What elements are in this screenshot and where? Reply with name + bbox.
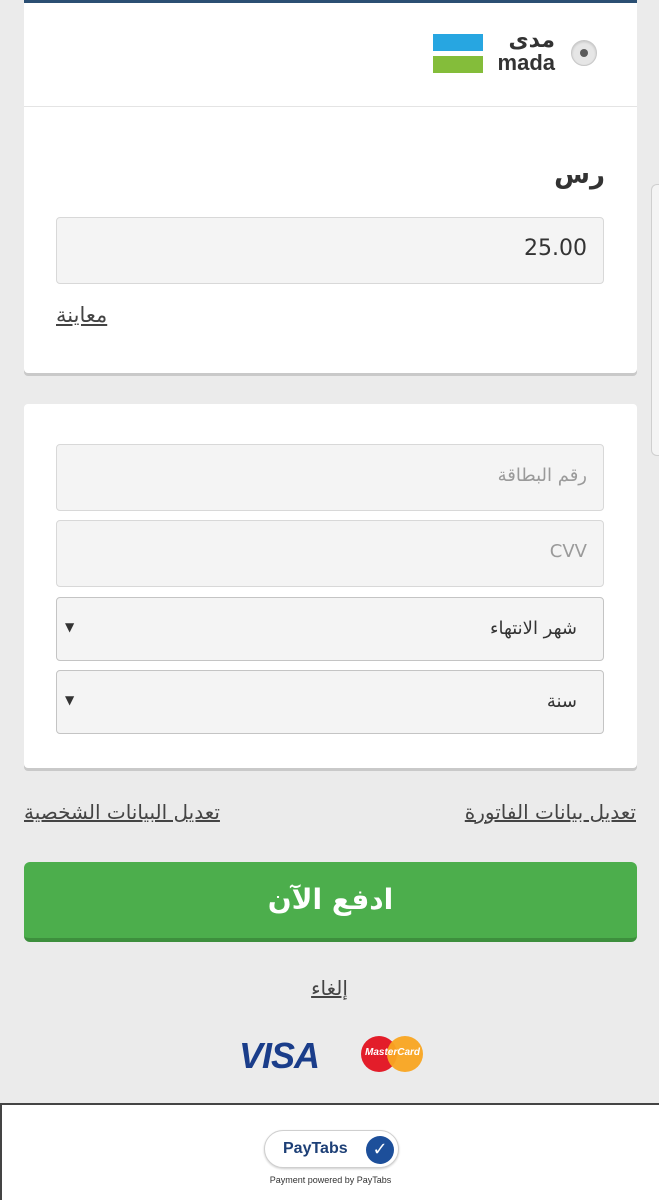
cvv-placeholder: CVV xyxy=(549,541,587,562)
preview-link[interactable]: معاينة xyxy=(56,303,107,327)
check-icon: ✓ xyxy=(366,1136,394,1164)
chevron-down-icon: ▼ xyxy=(65,620,75,634)
mada-logo: مدى mada xyxy=(433,28,555,76)
footer: PayTabs ✓ Payment powered by PayTabs xyxy=(0,1103,659,1200)
expiry-year-label: سنة xyxy=(546,691,577,712)
expiry-month-select[interactable]: شهر الانتهاء ▼ xyxy=(56,597,604,661)
powered-by-text: Payment powered by PayTabs xyxy=(269,1175,392,1185)
paytabs-badge: PayTabs ✓ xyxy=(264,1130,399,1168)
edit-personal-link[interactable]: تعديل البيانات الشخصية xyxy=(24,800,220,824)
mastercard-logo: MasterCard xyxy=(361,1036,423,1072)
mada-green-bar xyxy=(433,56,483,73)
currency-label: رس xyxy=(554,160,605,190)
chevron-down-icon: ▼ xyxy=(65,693,75,707)
cancel-link-row: إلغاء xyxy=(0,976,659,1000)
amount-value: 25.00 xyxy=(524,236,587,261)
mada-radio-button[interactable] xyxy=(571,40,597,66)
payment-method-row[interactable]: مدى mada xyxy=(24,0,637,107)
card-details-form: رقم البطاقة CVV شهر الانتهاء ▼ سنة ▼ xyxy=(24,404,637,768)
cancel-link[interactable]: إلغاء xyxy=(311,976,348,1000)
expiry-month-label: شهر الانتهاء xyxy=(490,618,577,639)
edit-billing-link[interactable]: تعديل بيانات الفاتورة xyxy=(465,800,636,824)
amount-field: 25.00 xyxy=(56,217,604,284)
mastercard-wordmark: MasterCard xyxy=(365,1047,421,1058)
visa-logo: VISA xyxy=(239,1035,320,1076)
scroll-indicator[interactable] xyxy=(651,184,659,456)
pay-now-button[interactable]: ادفع الآن xyxy=(24,862,637,942)
mada-logo-english: mada xyxy=(497,50,555,75)
amount-card: مدى mada رس 25.00 معاينة xyxy=(24,0,637,373)
card-number-input[interactable]: رقم البطاقة xyxy=(56,444,604,511)
expiry-year-select[interactable]: سنة ▼ xyxy=(56,670,604,734)
cvv-input[interactable]: CVV xyxy=(56,520,604,587)
mada-blue-bar xyxy=(433,34,483,51)
card-number-placeholder: رقم البطاقة xyxy=(497,465,587,486)
radio-selected-dot xyxy=(580,49,588,57)
paytabs-name: PayTabs xyxy=(283,1140,348,1157)
